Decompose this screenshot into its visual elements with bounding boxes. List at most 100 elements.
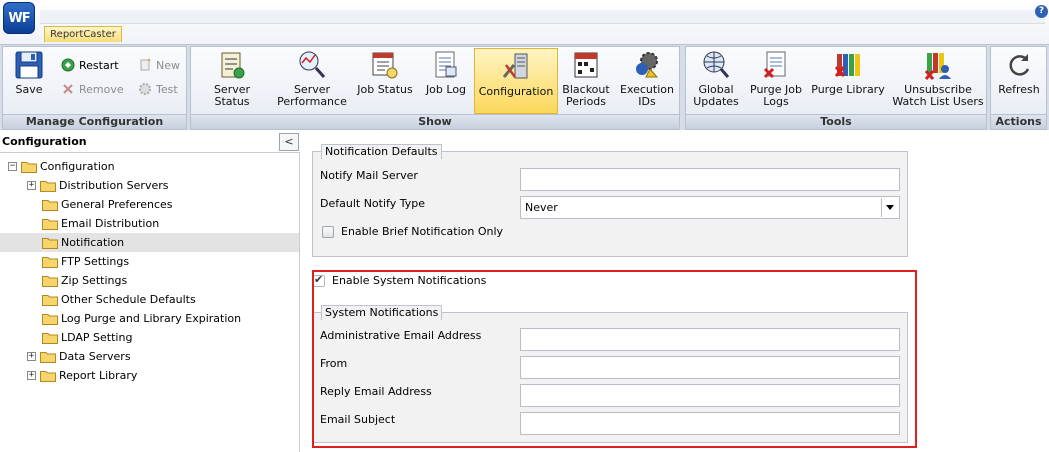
- unsubscribe-users-icon: [924, 53, 951, 80]
- tree-node-data-servers[interactable]: + Data Servers: [0, 347, 299, 366]
- remove-button[interactable]: Remove: [61, 80, 124, 98]
- save-label: Save: [15, 83, 43, 96]
- purge-job-logs-button[interactable]: Purge Job Logs: [746, 49, 806, 113]
- reply-email-input[interactable]: [520, 384, 900, 407]
- folder-icon: [42, 218, 58, 230]
- notification-defaults-legend: Notification Defaults: [321, 144, 442, 159]
- system-notifications-group: System Notifications Administrative Emai…: [312, 305, 908, 443]
- folder-icon: [42, 294, 58, 306]
- folder-icon: [21, 161, 37, 173]
- server-status-icon: [221, 52, 245, 79]
- tree-node-notification[interactable]: Notification: [0, 233, 299, 252]
- server-status-button[interactable]: Server Status: [195, 49, 269, 113]
- from-input[interactable]: [520, 356, 900, 379]
- tree-node-report-library[interactable]: + Report Library: [0, 366, 299, 385]
- floppy-disk-icon: [15, 51, 43, 79]
- group-label-tools: Tools: [686, 114, 986, 129]
- new-button[interactable]: New: [138, 56, 180, 74]
- restart-button[interactable]: Restart: [61, 56, 119, 74]
- global-updates-button[interactable]: Global Updates: [690, 49, 742, 113]
- global-updates-icon: [703, 51, 730, 78]
- folder-icon: [42, 199, 58, 211]
- notify-mail-server-input[interactable]: [520, 168, 900, 191]
- system-notifications-legend: System Notifications: [321, 305, 443, 320]
- help-icon[interactable]: ?: [1035, 5, 1048, 18]
- group-tools: Global Updates Purge Job Logs Purge Libr…: [685, 46, 987, 130]
- collapse-panel-button[interactable]: <: [279, 133, 299, 151]
- execution-ids-icon: [636, 52, 659, 78]
- job-status-icon: [372, 52, 398, 79]
- tree-node-general-preferences[interactable]: General Preferences: [0, 195, 299, 214]
- configuration-button[interactable]: Configuration: [474, 48, 558, 114]
- notify-mail-server-label: Notify Mail Server: [320, 169, 418, 182]
- enable-system-notifications-label: Enable System Notifications: [332, 274, 487, 287]
- email-subject-input[interactable]: [520, 412, 900, 435]
- enable-brief-notification-label: Enable Brief Notification Only: [341, 225, 504, 238]
- group-label-show: Show: [191, 114, 679, 129]
- group-label-manage: Manage Configuration: [3, 114, 186, 129]
- email-subject-label: Email Subject: [320, 413, 396, 426]
- collapse-toggle-icon[interactable]: −: [8, 162, 17, 171]
- server-performance-button[interactable]: Server Performance: [275, 49, 349, 113]
- job-log-icon: [435, 51, 457, 78]
- expand-toggle-icon[interactable]: +: [27, 371, 36, 380]
- refresh-icon: [1009, 54, 1030, 76]
- tree-node-email-distribution[interactable]: Email Distribution: [0, 214, 299, 233]
- new-icon: [140, 58, 151, 71]
- test-button[interactable]: Test: [138, 80, 178, 98]
- unsubscribe-watch-list-users-button[interactable]: Unsubscribe Watch List Users: [892, 49, 984, 113]
- default-notify-type-label: Default Notify Type: [320, 197, 425, 210]
- enable-system-notifications-checkbox[interactable]: [313, 273, 325, 287]
- group-manage-configuration: Save Restart Remove New Test Manage Conf…: [2, 46, 187, 130]
- tree-node-ftp-settings[interactable]: FTP Settings: [0, 252, 299, 271]
- tree-node-zip-settings[interactable]: Zip Settings: [0, 271, 299, 290]
- folder-icon: [42, 332, 58, 344]
- tree-node-log-purge-library-expiration[interactable]: Log Purge and Library Expiration: [0, 309, 299, 328]
- default-notify-type-select[interactable]: Never: [520, 196, 900, 219]
- execution-ids-button[interactable]: Execution IDs: [618, 49, 676, 113]
- job-log-button[interactable]: Job Log: [421, 49, 471, 113]
- save-button[interactable]: Save: [7, 49, 51, 113]
- group-label-actions: Actions: [991, 114, 1046, 129]
- tree-node-ldap-setting[interactable]: LDAP Setting: [0, 328, 299, 347]
- folder-icon: [40, 180, 56, 192]
- tree-node-configuration[interactable]: − Configuration: [0, 157, 299, 176]
- folder-icon: [42, 237, 58, 249]
- job-status-button[interactable]: Job Status: [354, 49, 416, 113]
- panel-header: Configuration <: [0, 131, 300, 153]
- reply-email-label: Reply Email Address: [320, 385, 432, 398]
- folder-icon: [40, 351, 56, 363]
- configuration-tools-icon: [502, 53, 528, 79]
- admin-email-label: Administrative Email Address: [320, 329, 482, 342]
- folder-icon: [42, 256, 58, 268]
- tab-reportcaster[interactable]: ReportCaster: [44, 26, 122, 42]
- ribbon: Save Restart Remove New Test Manage Conf…: [0, 44, 1049, 130]
- tree-node-other-schedule-defaults[interactable]: Other Schedule Defaults: [0, 290, 299, 309]
- expand-toggle-icon[interactable]: +: [27, 181, 36, 190]
- group-actions: Refresh Actions: [990, 46, 1047, 130]
- tree-node-distribution-servers[interactable]: + Distribution Servers: [0, 176, 299, 195]
- refresh-button[interactable]: Refresh: [994, 49, 1044, 113]
- expand-toggle-icon[interactable]: +: [27, 352, 36, 361]
- notification-defaults-group: Notification Defaults Notify Mail Server…: [312, 144, 908, 257]
- dropdown-arrow-icon[interactable]: [881, 198, 898, 217]
- calendar-icon: [574, 52, 598, 78]
- purge-library-button[interactable]: Purge Library: [810, 49, 886, 113]
- navigation-panel: Configuration < − Configuration + Distri…: [0, 131, 300, 452]
- default-notify-type-value: Never: [525, 201, 558, 214]
- panel-title: Configuration: [2, 135, 87, 148]
- remove-x-icon: [63, 84, 73, 94]
- purge-job-logs-icon: [763, 51, 786, 79]
- folder-icon: [40, 370, 56, 382]
- top-strip: [40, 10, 1045, 24]
- admin-email-input[interactable]: [520, 328, 900, 351]
- folder-icon: [42, 313, 58, 325]
- folder-icon: [42, 275, 58, 287]
- from-label: From: [320, 357, 348, 370]
- enable-brief-notification-checkbox[interactable]: [322, 226, 334, 238]
- content-area: Notification Defaults Notify Mail Server…: [306, 131, 1049, 452]
- title-bar: WF ReportCaster ?: [0, 0, 1049, 44]
- restart-icon: [61, 58, 75, 72]
- purge-library-icon: [834, 54, 860, 77]
- blackout-periods-button[interactable]: Blackout Periods: [561, 49, 611, 113]
